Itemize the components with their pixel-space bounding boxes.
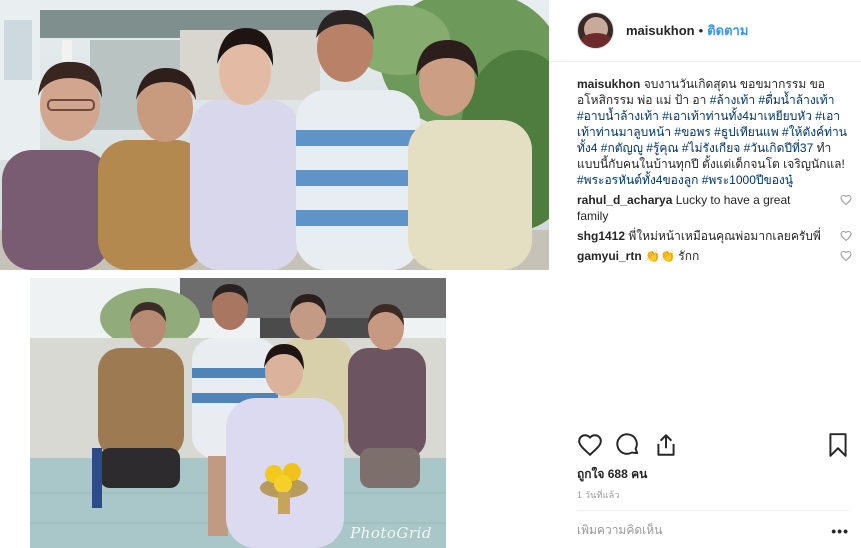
caption: maisukhon จบงานวันเกิดสุดน ขอขมากรรม ขออ… (577, 76, 849, 188)
heart-icon[interactable] (840, 194, 852, 206)
action-bar (577, 432, 849, 458)
like-count[interactable]: ถูกใจ 688 คน (577, 465, 647, 484)
comment-input[interactable] (577, 522, 807, 537)
photo-family-standing (0, 0, 549, 270)
comment-emoji: 👏👏 (645, 249, 675, 263)
watermark: PhotoGrid (350, 524, 432, 542)
heart-icon[interactable] (840, 250, 852, 262)
caption-username[interactable]: maisukhon (577, 77, 640, 91)
comment-text: พี่ใหม่หน้าเหมือนคุณพ่อมากเลยครับพี่ (628, 229, 821, 243)
comment-icon[interactable] (615, 432, 641, 458)
comment-item: shg1412 พี่ใหม่หน้าเหมือนคุณพ่อมากเลยครั… (577, 228, 852, 244)
post-media[interactable]: PhotoGrid (0, 0, 549, 548)
comment-item: rahul_d_acharya Lucky to have a great fa… (577, 192, 852, 224)
photo-family-seated: PhotoGrid (30, 278, 446, 548)
comment-text: รักก (678, 249, 700, 263)
caption-hashtags-2[interactable]: #พระอรหันต์ทั้ง4ของลูก #พระ1000ปีของนู๋ (577, 173, 793, 187)
follow-button[interactable]: ติดตาม (707, 20, 748, 41)
add-comment-bar: ••• (577, 510, 849, 548)
comment-username[interactable]: shg1412 (577, 229, 625, 243)
post-panel: maisukhon • ติดตาม maisukhon จบงานวันเกิ… (549, 0, 861, 548)
comments-list: maisukhon จบงานวันเกิดสุดน ขอขมากรรม ขออ… (577, 76, 852, 264)
post-timestamp[interactable]: 1 วันที่แล้ว (577, 488, 620, 502)
more-options-button[interactable]: ••• (831, 523, 849, 539)
header-separator: • (698, 23, 704, 38)
comment-username[interactable]: gamyui_rtn (577, 249, 642, 263)
post-header: maisukhon • ติดตาม (549, 0, 861, 62)
header-username[interactable]: maisukhon (626, 23, 695, 38)
bookmark-icon[interactable] (825, 432, 851, 458)
avatar[interactable] (577, 12, 614, 49)
heart-icon[interactable] (840, 230, 852, 242)
comment-item: gamyui_rtn 👏👏 รักก (577, 248, 852, 264)
share-icon[interactable] (653, 432, 679, 458)
comment-username[interactable]: rahul_d_acharya (577, 193, 672, 207)
heart-icon[interactable] (577, 432, 603, 458)
